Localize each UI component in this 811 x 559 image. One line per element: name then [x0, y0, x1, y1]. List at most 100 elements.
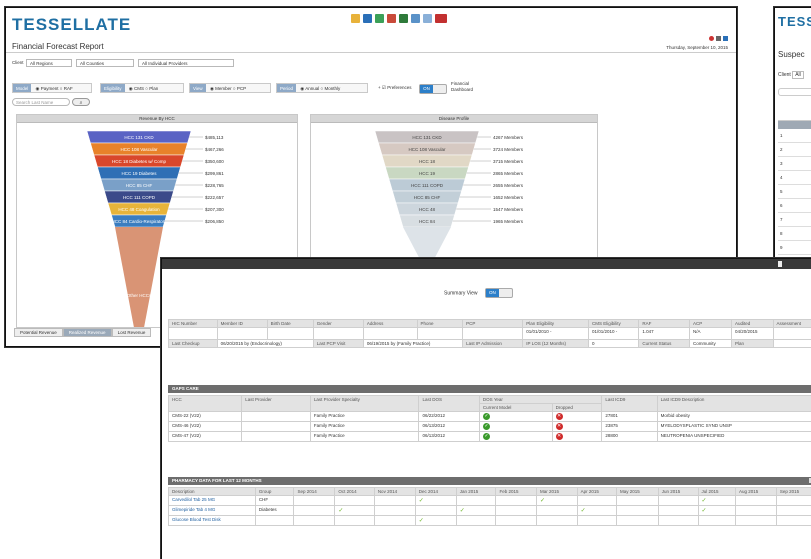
tab-realized-revenue[interactable]: Realized Revenue [63, 328, 112, 337]
graph-icon[interactable] [411, 14, 420, 23]
pharmacy-col-header: Mar 2015 [537, 488, 578, 496]
calendar-icon[interactable] [387, 14, 396, 23]
table-row[interactable]: 6 [778, 199, 811, 213]
grid-icon[interactable] [423, 14, 432, 23]
month-cell: ✓ [698, 506, 735, 516]
report-icon[interactable] [363, 14, 372, 23]
checkmark-icon: ✓ [581, 508, 586, 514]
provider-cell [242, 432, 311, 442]
help-icon[interactable] [723, 36, 728, 41]
period-group: Period ◉ Annual ○ Monthly [276, 83, 368, 93]
toggle-on-label: ON [486, 289, 499, 297]
funnel-label: HCC 108 Vascular [121, 147, 158, 152]
print-icon[interactable] [716, 36, 721, 41]
table-row[interactable]: Carvedilol Tab 25 MGCHF✓✓✓ [169, 496, 811, 506]
table-row[interactable]: 5 [778, 185, 811, 199]
month-cell [496, 506, 537, 516]
table-row[interactable]: 4 [778, 171, 811, 185]
member-cell [169, 328, 218, 340]
table-row[interactable]: 1 [778, 129, 811, 143]
summary-view-toggle[interactable]: ON [485, 288, 513, 298]
radio-monthly[interactable]: ○ Monthly [321, 86, 341, 91]
month-cell [735, 496, 776, 506]
radio-payment[interactable]: ◉ Payment [36, 86, 59, 91]
table-row[interactable]: CMS-47 (V22)Family Practice06/13/2012✓✕2… [169, 432, 811, 442]
funnel-value: 2655 Members [493, 183, 524, 188]
search-input[interactable] [778, 88, 811, 96]
table-row[interactable]: 2 [778, 143, 811, 157]
last-checkup-label: Last Checkup [169, 340, 218, 348]
user-icon[interactable] [351, 14, 360, 23]
funnel-label: Other HCCs [127, 293, 152, 298]
pharmacy-col-header: Dec 2014 [415, 488, 456, 496]
member-cell: 04/20/2015 [731, 328, 773, 340]
radio-pcp[interactable]: ○ PCP [233, 86, 246, 91]
radio-annual-label: Annual [305, 86, 319, 91]
table-row[interactable]: 9 [778, 241, 811, 255]
funnel-segment[interactable] [115, 227, 163, 327]
x-circle-icon: ✕ [556, 433, 563, 440]
table-row[interactable]: CMS-46 (V22)Family Practice06/13/2012✓✕2… [169, 422, 811, 432]
brand-logo: TESSE [778, 14, 811, 29]
provider-select[interactable]: All Individual Providers [138, 59, 234, 67]
preferences-link[interactable]: + ☑ Preferences [378, 85, 411, 91]
pharmacy-header: PHARMACY DATA FOR LAST 12 MONTHS [168, 477, 811, 485]
radio-payment-label: Payment [41, 86, 59, 91]
table-row[interactable]: 3 [778, 157, 811, 171]
radio-annual[interactable]: ◉ Annual [300, 86, 319, 91]
suspect-table: 1234567891011 [778, 120, 811, 281]
drug-cell: Carvedilol Tab 25 MG [169, 496, 256, 506]
radio-raf[interactable]: ○ RAF [60, 86, 73, 91]
icd9-cell: 27801 [602, 412, 657, 422]
search-button[interactable]: ⌕ [72, 98, 90, 106]
close-icon[interactable] [778, 261, 782, 267]
member-col-header: RAF [639, 320, 690, 328]
people-icon[interactable] [399, 14, 408, 23]
chart-icon[interactable] [375, 14, 384, 23]
group-cell [255, 516, 294, 526]
funnel-label: HCC 48 Coagulation [118, 207, 160, 212]
member-cell [267, 328, 313, 340]
x-circle-icon: ✕ [556, 423, 563, 430]
funnel-label: HCC 131 CKD [412, 135, 442, 140]
month-cell [735, 506, 776, 516]
tab-potential-revenue[interactable]: Potential Revenue [14, 328, 63, 337]
table-row[interactable]: 7 [778, 213, 811, 227]
radio-cms[interactable]: ◉ CMS [129, 86, 144, 91]
group-cell: CHF [255, 496, 294, 506]
table-row[interactable]: Glimepiride Tab 4 MGDiabetes✓✓✓✓ [169, 506, 811, 516]
dashboard-label: Financial Dashboard [451, 81, 485, 93]
table-row[interactable]: Glucose Blood Test Disk✓ [169, 516, 811, 526]
icd9-desc-cell: MYELODYSPLASTIC SYND UNSP [657, 422, 811, 432]
col-last-provider: Last Provider [242, 396, 311, 412]
search-input[interactable]: Search Last Name [12, 98, 70, 106]
funnel-value: $299,861 [205, 171, 224, 176]
radio-plan[interactable]: ○ Plan [145, 86, 158, 91]
pdf-icon[interactable] [435, 14, 447, 23]
export-pdf-icon[interactable] [709, 36, 714, 41]
member-cell [773, 328, 811, 340]
dropped-cell: ✕ [552, 422, 602, 432]
funnel-label: HCC 111 COPD [123, 195, 156, 200]
table-row[interactable]: CMS-22 (V22)Family Practice06/22/2012✓✕2… [169, 412, 811, 422]
region-select[interactable]: All Regions [26, 59, 72, 67]
checkmark-icon: ✓ [419, 498, 424, 504]
month-cell [335, 516, 374, 526]
funnel-label: HCC 84 Cardio-Respiratory [111, 219, 167, 224]
model-group: Model ◉ Payment ○ RAF [12, 83, 92, 93]
tab-lost-revenue[interactable]: Lost Revenue [112, 328, 152, 337]
table-row[interactable]: 8 [778, 227, 811, 241]
panel-title: Disease Profile [311, 115, 597, 123]
client-select[interactable]: All [792, 71, 804, 79]
icd9-desc-cell: Morbid obesity [657, 412, 811, 422]
pharmacy-col-header: Nov 2014 [374, 488, 415, 496]
funnel-label: HCC 18 [419, 159, 436, 164]
dashboard-toggle[interactable]: ON [419, 84, 447, 94]
radio-member[interactable]: ◉ Member [210, 86, 232, 91]
pharmacy-header-row: DescriptionGroupSep 2014Oct 2014Nov 2014… [169, 488, 811, 496]
pharmacy-table: DescriptionGroupSep 2014Oct 2014Nov 2014… [168, 487, 811, 526]
county-select[interactable]: All Counties [76, 59, 134, 67]
funnel-label: HCC 111 COPD [411, 183, 444, 188]
col-last-icd9: Last ICD9 [602, 396, 657, 412]
dos-cell: 06/13/2012 [419, 422, 479, 432]
